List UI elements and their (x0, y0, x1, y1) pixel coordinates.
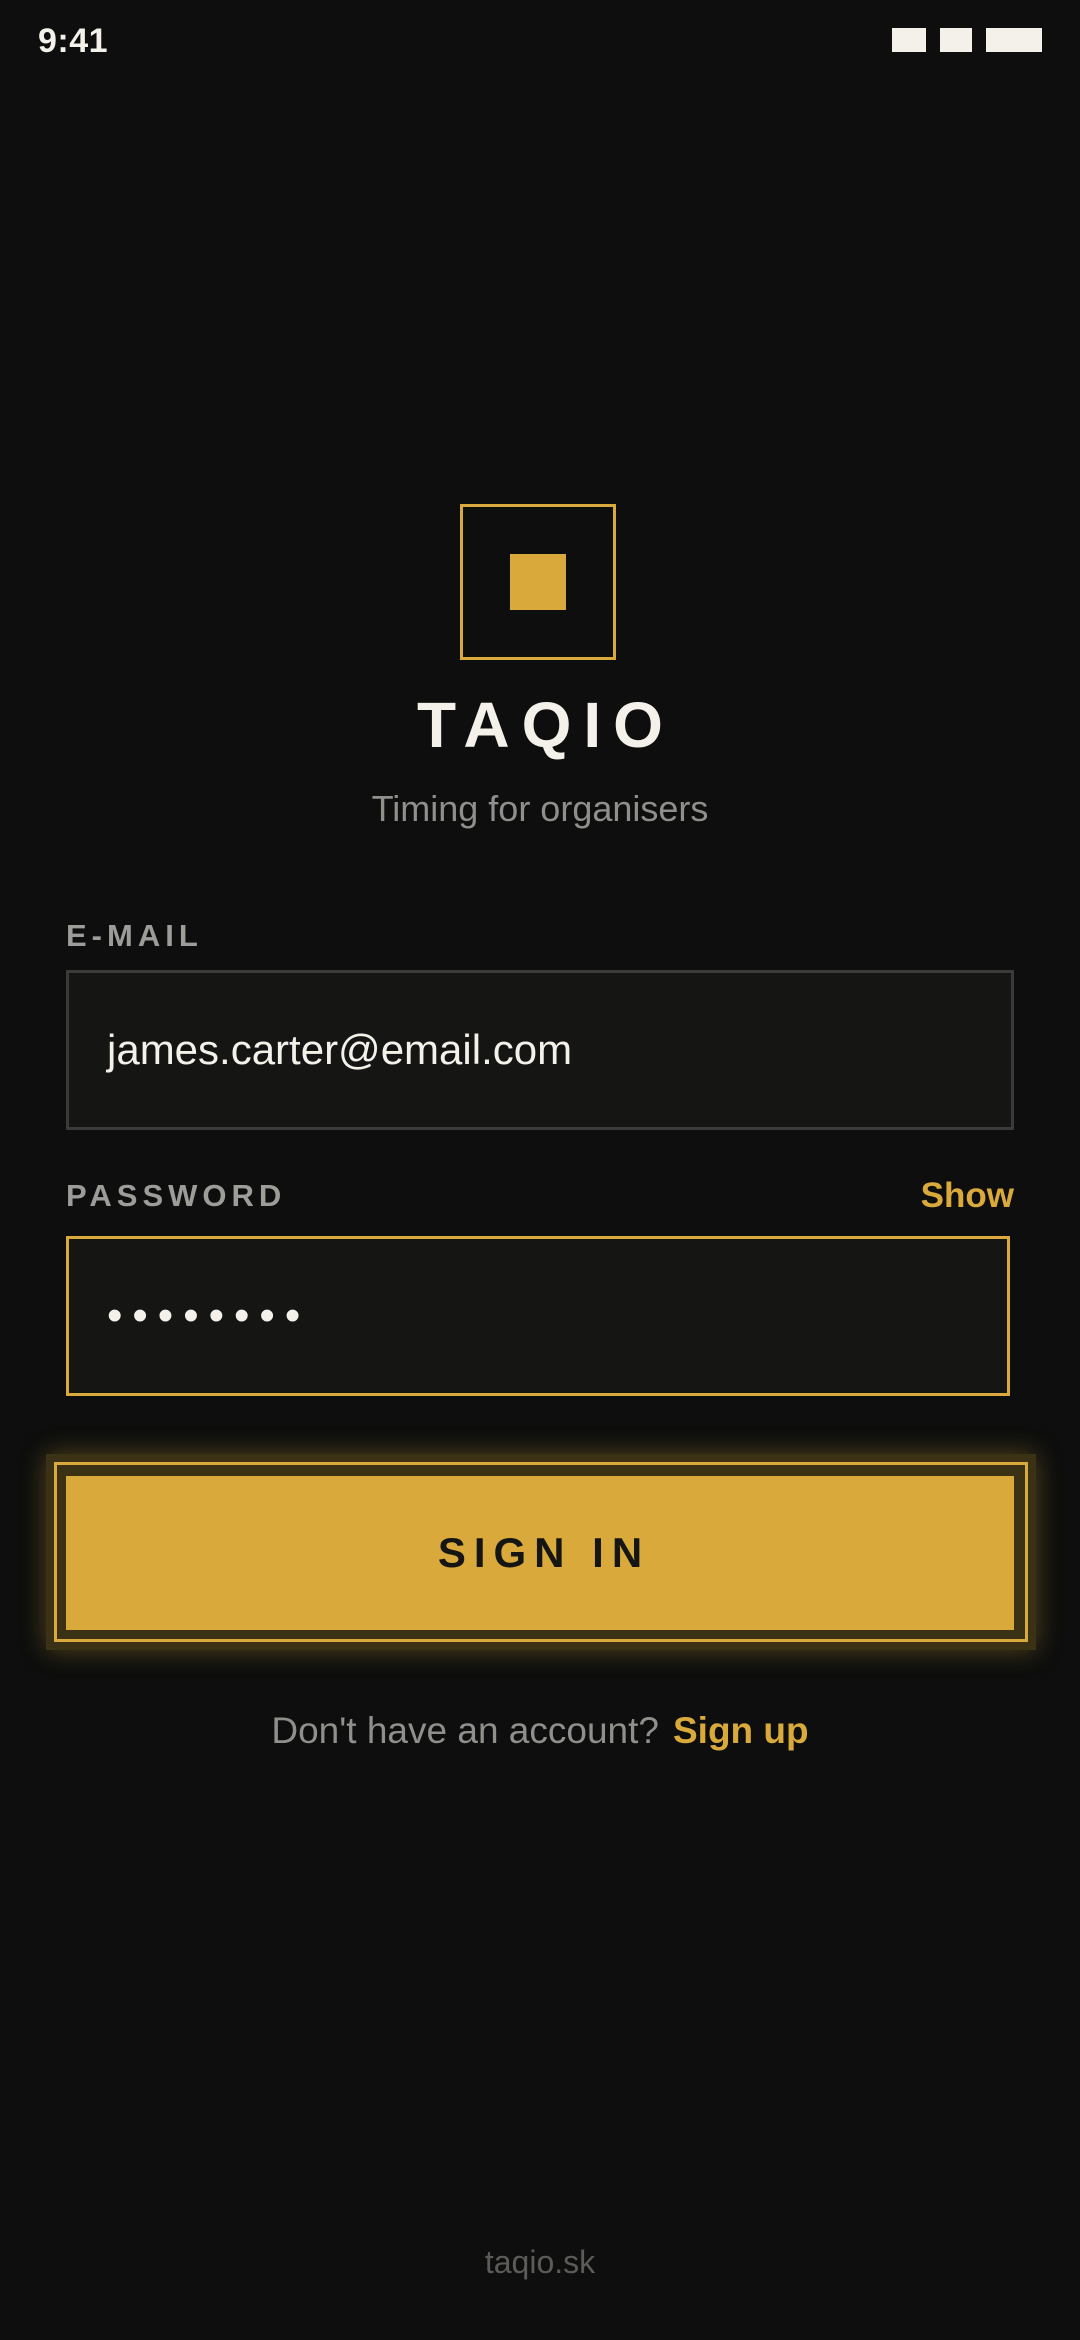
wifi-icon (940, 28, 972, 52)
battery-icon (986, 28, 1042, 52)
signup-row: Don't have an account? Sign up (0, 1710, 1080, 1752)
password-label: PASSWORD (66, 1178, 287, 1213)
status-icons (892, 28, 1042, 52)
email-label: E-MAIL (66, 918, 203, 953)
brand-name: TAQIO (417, 689, 675, 761)
password-field[interactable]: •••••••• (66, 1236, 1010, 1396)
sign-up-link[interactable]: Sign up (673, 1710, 809, 1751)
status-bar: 9:41 (0, 0, 1080, 84)
email-field[interactable]: james.carter@email.com (66, 970, 1014, 1130)
signal-icon (892, 28, 926, 52)
show-password-button[interactable]: Show (921, 1176, 1014, 1216)
sign-in-button[interactable]: SIGN IN (66, 1476, 1014, 1630)
brand-tagline: Timing for organisers (371, 788, 709, 829)
status-time: 9:41 (38, 22, 109, 60)
logo-inner-square (510, 554, 566, 610)
signup-prompt: Don't have an account? (271, 1710, 659, 1751)
footer-domain: taqio.sk (484, 2244, 596, 2280)
square-logo-icon (460, 504, 616, 660)
